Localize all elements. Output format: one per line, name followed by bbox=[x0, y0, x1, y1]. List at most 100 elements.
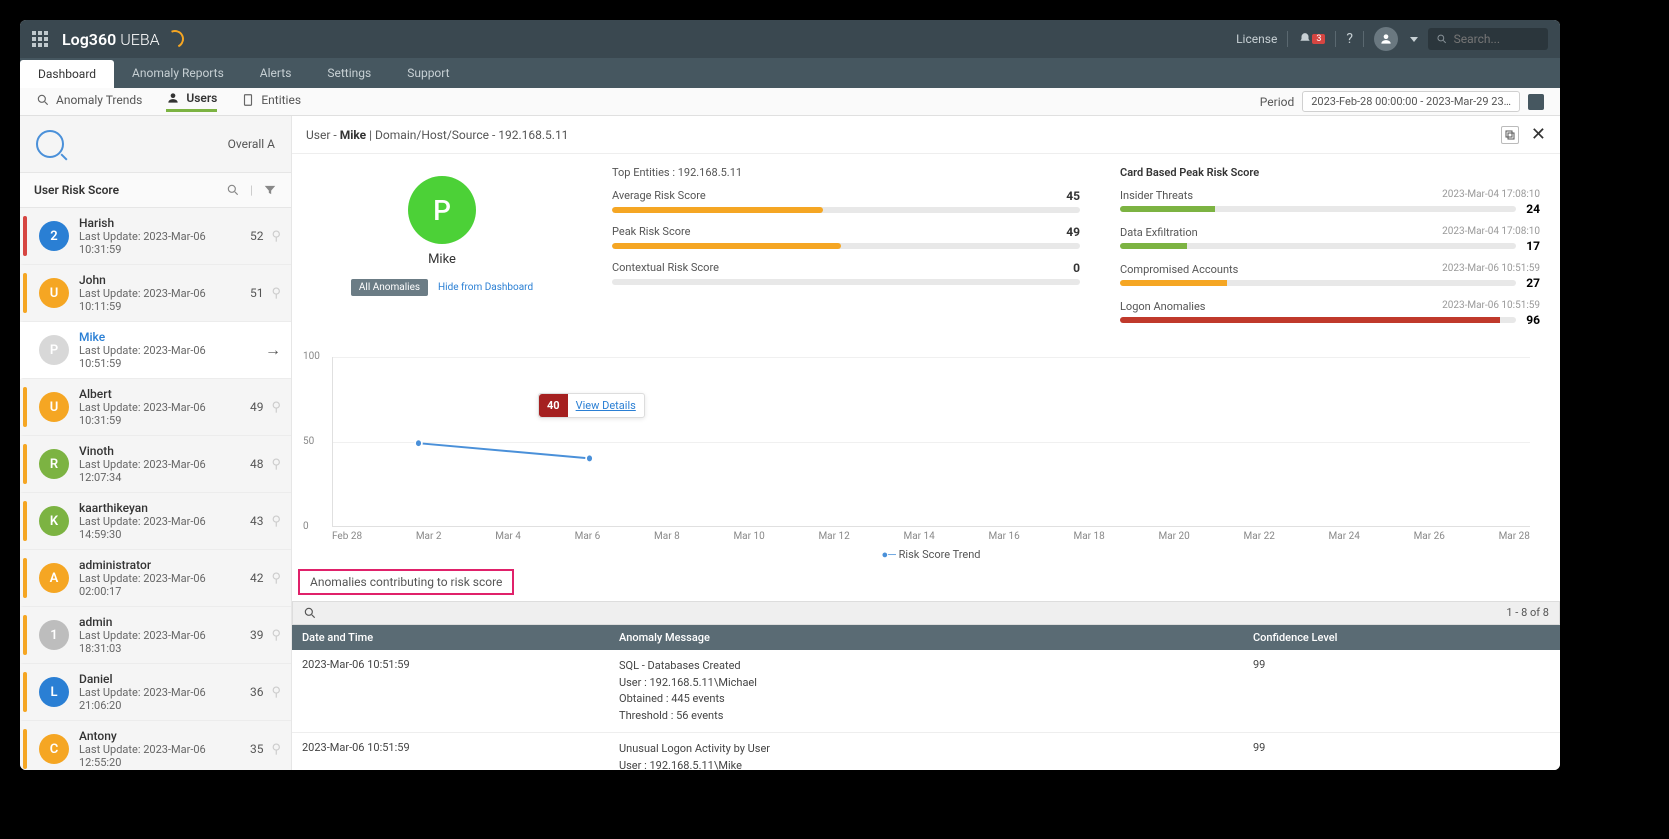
user-icon bbox=[166, 91, 180, 105]
bell-icon bbox=[1298, 32, 1312, 46]
breadcrumb-name: Mike bbox=[340, 128, 366, 142]
hide-from-dashboard-link[interactable]: Hide from Dashboard bbox=[438, 282, 533, 293]
table-search-icon[interactable] bbox=[303, 606, 317, 620]
tab-anomaly-reports[interactable]: Anomaly Reports bbox=[114, 58, 242, 88]
trends-icon bbox=[36, 93, 50, 107]
topbar-right: License 3 ? bbox=[1236, 27, 1548, 51]
user-list-item[interactable]: 2 HarishLast Update: 2023-Mar-0610:31:59… bbox=[20, 208, 291, 265]
sidebar-search-icon[interactable] bbox=[226, 183, 240, 197]
tab-support[interactable]: Support bbox=[389, 58, 467, 88]
peak-scores-column: Card Based Peak Risk Score Insider Threa… bbox=[1120, 166, 1540, 337]
main-nav: Dashboard Anomaly Reports Alerts Setting… bbox=[20, 58, 1560, 88]
divider: | bbox=[250, 183, 253, 197]
product-logo: Log360 UEBA bbox=[62, 30, 184, 49]
pin-icon[interactable]: ⚲ bbox=[271, 286, 281, 301]
help-icon[interactable]: ? bbox=[1346, 31, 1353, 47]
period-label: Period bbox=[1260, 95, 1294, 109]
apps-grid-icon[interactable] bbox=[32, 31, 48, 47]
filter-icon[interactable] bbox=[263, 183, 277, 197]
chart-tooltip: 40 View Details bbox=[538, 393, 645, 418]
calendar-icon[interactable] bbox=[1528, 94, 1544, 110]
period-picker[interactable]: 2023-Feb-28 00:00:00 - 2023-Mar-29 23… bbox=[1302, 91, 1520, 112]
alert-count: 3 bbox=[1312, 34, 1325, 44]
overall-label: Overall A bbox=[228, 137, 275, 151]
user-list[interactable]: 2 HarishLast Update: 2023-Mar-0610:31:59… bbox=[20, 208, 291, 770]
top-entities-label: Top Entities : 192.168.5.11 bbox=[612, 166, 1080, 179]
subnav-anomaly-trends[interactable]: Anomaly Trends bbox=[36, 93, 142, 111]
topbar: Log360 UEBA License 3 ? bbox=[20, 20, 1560, 58]
user-avatar: P bbox=[408, 176, 476, 244]
chart-legend: ●─ Risk Score Trend bbox=[332, 548, 1530, 561]
legend-dot-icon: ●─ bbox=[881, 548, 895, 561]
pin-icon[interactable]: ⚲ bbox=[271, 628, 281, 643]
divider bbox=[1287, 31, 1288, 47]
chart-xlabels: Feb 28Mar 2Mar 4Mar 6Mar 8Mar 10Mar 12Ma… bbox=[332, 531, 1530, 542]
chevron-down-icon[interactable] bbox=[1410, 37, 1418, 42]
col-message[interactable]: Anomaly Message bbox=[609, 625, 1243, 650]
pin-icon[interactable]: ⚲ bbox=[271, 742, 281, 757]
subnav-users[interactable]: Users bbox=[166, 91, 217, 112]
tab-alerts[interactable]: Alerts bbox=[242, 58, 310, 88]
breadcrumb-user: User - bbox=[306, 128, 340, 142]
detail-header: User - Mike | Domain/Host/Source - 192.1… bbox=[292, 116, 1560, 154]
user-list-item[interactable]: 1 adminLast Update: 2023-Mar-0618:31:03 … bbox=[20, 607, 291, 664]
divider bbox=[1335, 31, 1336, 47]
sidebar-title: User Risk Score bbox=[34, 183, 119, 197]
arrow-right-icon: → bbox=[265, 340, 281, 360]
ytick: 100 bbox=[303, 351, 320, 362]
overall-row: Overall A bbox=[20, 116, 291, 172]
license-link[interactable]: License bbox=[1236, 32, 1277, 46]
user-list-item[interactable]: K kaarthikeyanLast Update: 2023-Mar-0614… bbox=[20, 493, 291, 550]
pin-icon[interactable]: ⚲ bbox=[271, 229, 281, 244]
profile-avatar-icon[interactable] bbox=[1374, 27, 1398, 51]
product-name-bold: Log360 bbox=[62, 30, 116, 49]
user-list-item[interactable]: A administratorLast Update: 2023-Mar-060… bbox=[20, 550, 291, 607]
main-panel: User - Mike | Domain/Host/Source - 192.1… bbox=[292, 116, 1560, 770]
divider bbox=[1363, 31, 1364, 47]
pin-icon[interactable]: ⚲ bbox=[271, 400, 281, 415]
user-list-item[interactable]: R VinothLast Update: 2023-Mar-0612:07:34… bbox=[20, 436, 291, 493]
user-list-item[interactable]: U JohnLast Update: 2023-Mar-0610:11:59 5… bbox=[20, 265, 291, 322]
anomalies-table: Date and Time Anomaly Message Confidence… bbox=[292, 625, 1560, 770]
user-list-item[interactable]: C AntonyLast Update: 2023-Mar-0612:55:20… bbox=[20, 721, 291, 770]
search-input[interactable] bbox=[1454, 32, 1540, 46]
pulse-icon bbox=[36, 130, 64, 158]
subnav-entities[interactable]: Entities bbox=[241, 93, 301, 111]
breadcrumb-rest: | Domain/Host/Source - 192.168.5.11 bbox=[369, 128, 568, 142]
user-list-item[interactable]: L DanielLast Update: 2023-Mar-0621:06:20… bbox=[20, 664, 291, 721]
view-details-link[interactable]: View Details bbox=[568, 399, 644, 412]
col-confidence[interactable]: Confidence Level bbox=[1243, 625, 1560, 650]
detail-body: P Mike All Anomalies Hide from Dashboard… bbox=[292, 154, 1560, 349]
anomalies-section: Anomalies contributing to risk score 1 -… bbox=[292, 569, 1560, 770]
table-row[interactable]: 2023-Mar-06 10:51:59SQL - Databases Crea… bbox=[292, 650, 1560, 733]
anomalies-toolbar: 1 - 8 of 8 bbox=[292, 601, 1560, 625]
search-icon bbox=[1436, 32, 1448, 46]
sub-nav: Anomaly Trends Users Entities Period 202… bbox=[20, 88, 1560, 116]
pin-icon[interactable]: ⚲ bbox=[271, 514, 281, 529]
col-datetime[interactable]: Date and Time bbox=[292, 625, 609, 650]
table-row[interactable]: 2023-Mar-06 10:51:59Unusual Logon Activi… bbox=[292, 733, 1560, 771]
pin-icon[interactable]: ⚲ bbox=[271, 685, 281, 700]
legend-label: Risk Score Trend bbox=[899, 548, 981, 561]
product-name-thin: UEBA bbox=[120, 30, 159, 49]
tab-dashboard[interactable]: Dashboard bbox=[20, 60, 114, 88]
user-list-item[interactable]: U AlbertLast Update: 2023-Mar-0610:31:59… bbox=[20, 379, 291, 436]
tooltip-value: 40 bbox=[539, 394, 568, 417]
profile-column: P Mike All Anomalies Hide from Dashboard bbox=[312, 166, 572, 337]
tab-settings[interactable]: Settings bbox=[309, 58, 389, 88]
user-list-item[interactable]: P MikeLast Update: 2023-Mar-0610:51:59 → bbox=[20, 322, 291, 379]
notification-bell[interactable]: 3 bbox=[1298, 32, 1325, 46]
close-button[interactable]: ✕ bbox=[1531, 124, 1546, 145]
ytick: 50 bbox=[303, 436, 314, 447]
app-frame: Log360 UEBA License 3 ? Dashboar bbox=[20, 20, 1560, 770]
ytick: 0 bbox=[303, 521, 309, 532]
anomalies-title: Anomalies contributing to risk score bbox=[298, 569, 514, 595]
popout-icon[interactable] bbox=[1501, 126, 1519, 144]
global-search[interactable] bbox=[1428, 28, 1548, 50]
all-anomalies-button[interactable]: All Anomalies bbox=[351, 279, 428, 296]
pin-icon[interactable]: ⚲ bbox=[271, 457, 281, 472]
entities-icon bbox=[241, 93, 255, 107]
peak-title: Card Based Peak Risk Score bbox=[1120, 166, 1540, 179]
pin-icon[interactable]: ⚲ bbox=[271, 571, 281, 586]
sidebar: Overall A User Risk Score | 2 HarishLast… bbox=[20, 116, 292, 770]
